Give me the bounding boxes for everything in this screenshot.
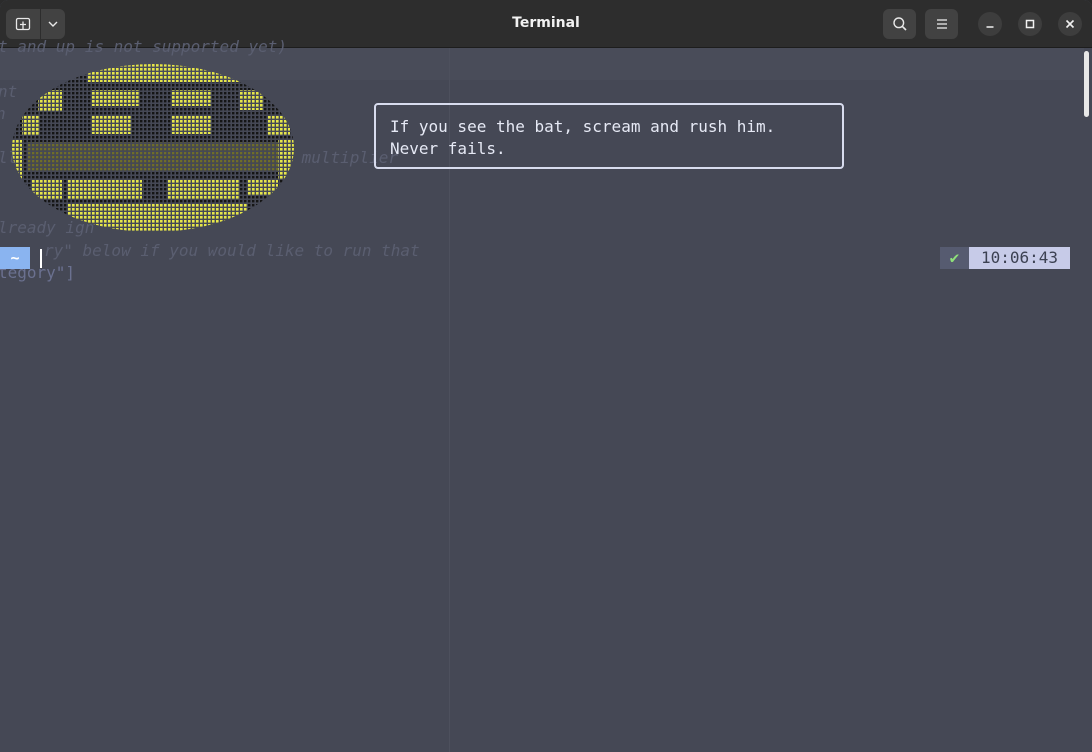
scrollbar[interactable] xyxy=(1084,51,1089,117)
maximize-icon xyxy=(1025,19,1035,29)
maximize-button[interactable] xyxy=(1018,12,1042,36)
search-button[interactable] xyxy=(883,9,916,39)
fortune-line: Never fails. xyxy=(390,139,506,158)
tab-dropdown-button[interactable] xyxy=(41,9,65,39)
chevron-down-icon xyxy=(48,21,58,27)
prompt-directory-segment: ~ xyxy=(0,247,30,269)
text-cursor xyxy=(40,249,42,268)
prompt-time: 10:06:43 xyxy=(969,247,1070,269)
ghost-line: n xyxy=(0,104,6,123)
search-icon xyxy=(892,17,907,31)
ghost-line: ry" below if you would like to run that xyxy=(44,241,420,260)
close-icon xyxy=(1065,19,1075,29)
bat-signal-art xyxy=(12,64,294,232)
status-success-icon: ✔ xyxy=(940,247,969,269)
fortune-line: If you see the bat, scream and rush him. xyxy=(390,117,776,136)
terminal-body[interactable]: t and up is not supported yet) nt n ll m… xyxy=(0,37,1092,752)
fortune-message-box: If you see the bat, scream and rush him.… xyxy=(374,103,844,169)
close-button[interactable] xyxy=(1058,12,1082,36)
minimize-button[interactable] xyxy=(978,12,1002,36)
new-tab-button[interactable] xyxy=(6,9,40,39)
main-menu-button[interactable] xyxy=(925,9,958,39)
new-tab-button-group xyxy=(6,9,65,39)
ghost-line: t and up is not supported yet) xyxy=(0,37,287,56)
minimize-icon xyxy=(986,26,994,28)
terminal-window: Terminal t and up is not supported yet) … xyxy=(0,0,1092,752)
hamburger-menu-icon xyxy=(936,19,947,29)
new-tab-icon xyxy=(15,17,31,31)
